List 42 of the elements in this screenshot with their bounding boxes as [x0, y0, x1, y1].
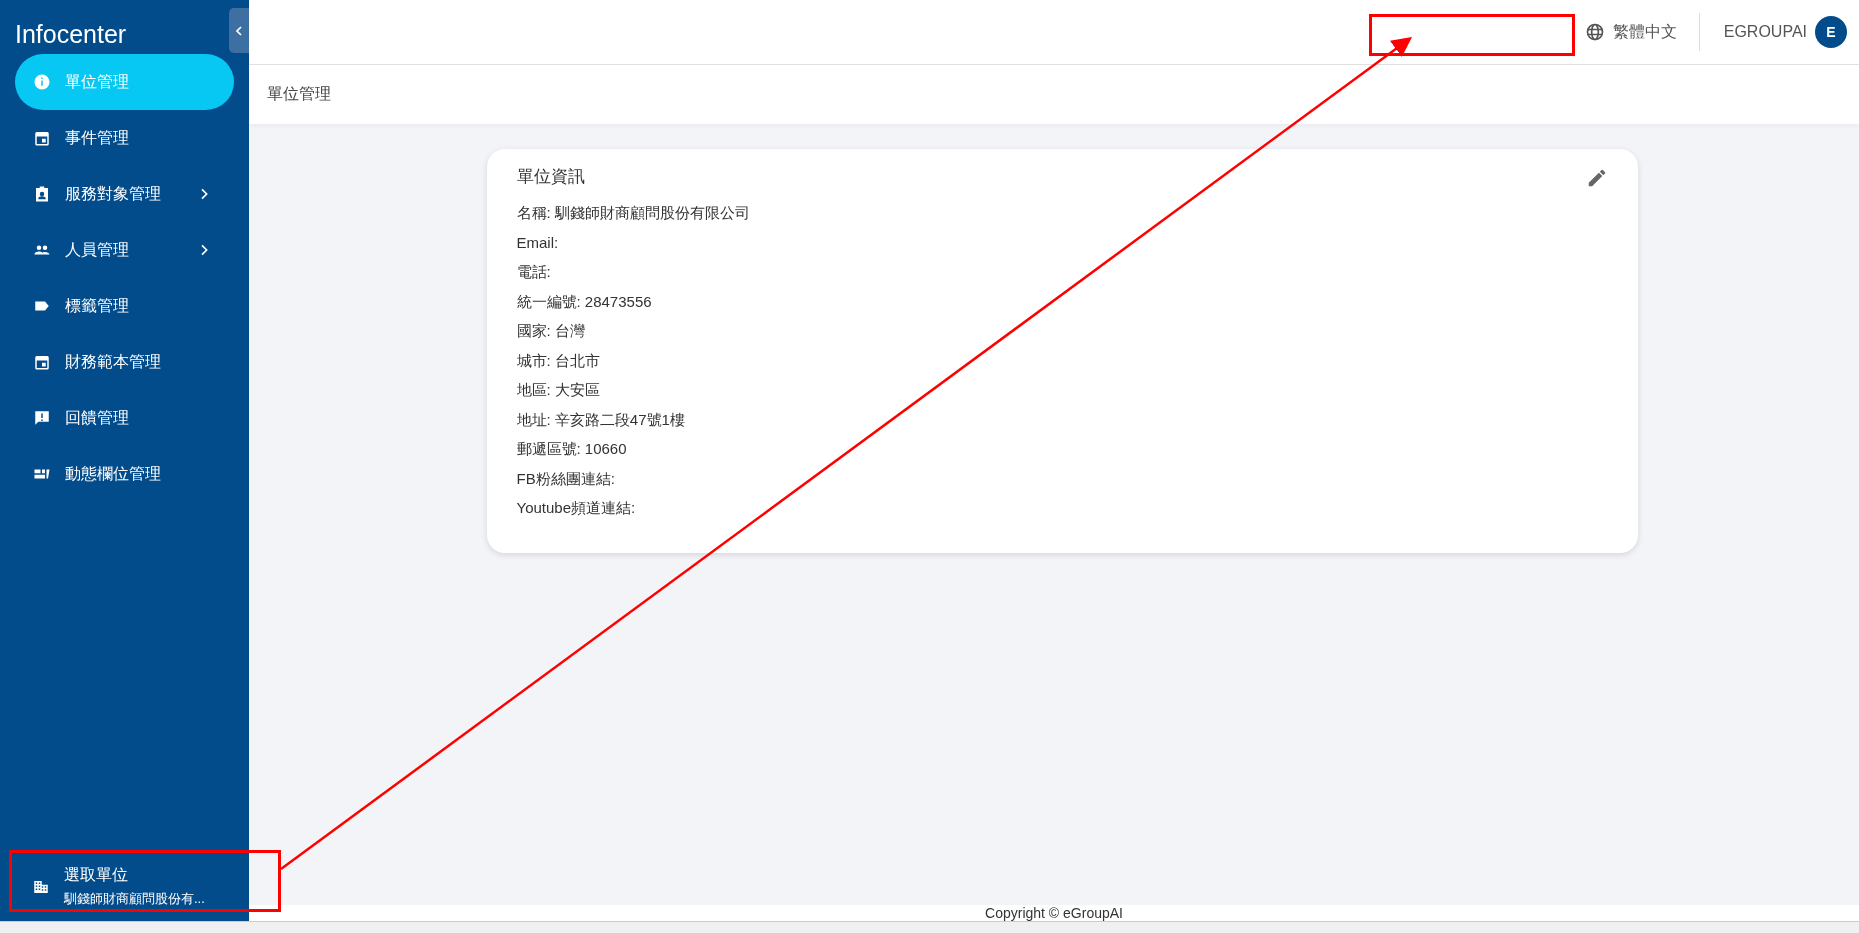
- nav-item[interactable]: 財務範本管理: [15, 334, 234, 390]
- info-field: 郵遞區號: 10660: [516, 440, 1608, 470]
- selected-unit-name: 馴錢師財商顧問股份有...: [64, 890, 205, 908]
- nav-item[interactable]: 動態欄位管理: [15, 446, 234, 502]
- info-icon: [33, 73, 51, 91]
- calendar-icon: [33, 353, 51, 371]
- nav-label: 人員管理: [65, 239, 130, 260]
- nav-item[interactable]: 標籤管理: [15, 278, 234, 334]
- feedback-icon: [33, 409, 51, 427]
- info-field: 名稱: 馴錢師財商顧問股份有限公司: [516, 204, 1608, 234]
- info-field: 地區: 大安區: [516, 381, 1608, 411]
- unit-picker-label[interactable]: 選取單位: [64, 865, 205, 886]
- contact-card-icon: [33, 185, 51, 203]
- nav-label: 動態欄位管理: [65, 463, 162, 484]
- page-title: 單位管理: [249, 65, 1859, 124]
- nav-label: 服務對象管理: [65, 183, 162, 204]
- card-title: 單位資訊: [516, 166, 585, 188]
- info-field: 國家: 台灣: [516, 322, 1608, 352]
- info-field: 統一編號: 28473556: [516, 292, 1608, 322]
- info-field: Email:: [516, 233, 1608, 263]
- info-field: 電話:: [516, 263, 1608, 293]
- nav-label: 事件管理: [65, 127, 130, 148]
- language-button[interactable]: 繁體中文: [1584, 13, 1700, 51]
- info-field: FB粉絲團連結:: [516, 469, 1608, 499]
- nav-item[interactable]: 事件管理: [15, 110, 234, 166]
- user-avatar[interactable]: E: [1815, 16, 1847, 48]
- nav-item[interactable]: 人員管理: [15, 222, 234, 278]
- nav-label: 標籤管理: [65, 295, 130, 316]
- nav-label: 財務範本管理: [65, 351, 162, 372]
- info-field: 城市: 台北市: [516, 351, 1608, 381]
- collapse-button[interactable]: [229, 8, 249, 53]
- nav-item[interactable]: 回饋管理: [15, 390, 234, 446]
- globe-icon: [1584, 22, 1605, 42]
- calendar-icon: [33, 129, 51, 147]
- app-title: Infocenter: [15, 20, 127, 50]
- user-name: EGROUPAI: [1723, 23, 1807, 41]
- info-field: 地址: 辛亥路二段47號1樓: [516, 410, 1608, 440]
- info-field: Youtube頻道連結:: [516, 499, 1608, 529]
- nav-label: 單位管理: [65, 71, 130, 92]
- nav-label: 回饋管理: [65, 407, 130, 428]
- chevron-left-icon: [233, 24, 245, 37]
- nav-item[interactable]: 服務對象管理: [15, 166, 234, 222]
